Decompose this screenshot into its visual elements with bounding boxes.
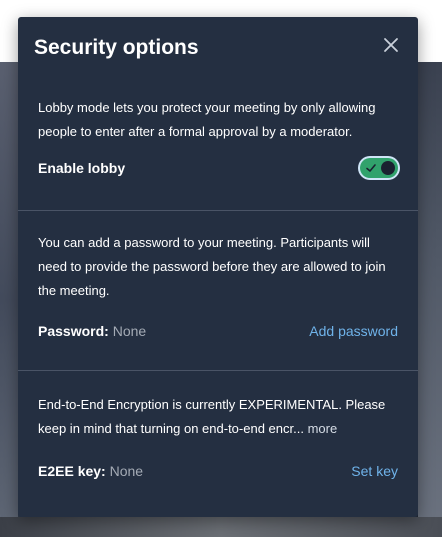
background-left xyxy=(0,62,18,537)
password-value: None xyxy=(112,323,147,339)
e2ee-field: E2EE key: None xyxy=(38,463,143,479)
toggle-knob xyxy=(381,161,395,175)
enable-lobby-toggle[interactable] xyxy=(360,158,398,178)
lobby-row: Enable lobby xyxy=(38,156,398,180)
password-field: Password: None xyxy=(38,323,146,339)
e2ee-value: None xyxy=(109,463,144,479)
enable-lobby-label: Enable lobby xyxy=(38,160,126,176)
e2ee-section: End-to-End Encryption is currently EXPER… xyxy=(18,371,418,479)
security-options-dialog: Security options Lobby mode lets you pro… xyxy=(18,17,418,517)
background-right xyxy=(418,62,442,537)
password-section: You can add a password to your meeting. … xyxy=(18,211,418,371)
lobby-description: Lobby mode lets you protect your meeting… xyxy=(38,100,376,139)
password-description: You can add a password to your meeting. … xyxy=(38,235,386,298)
e2ee-row: E2EE key: None Set key xyxy=(38,463,398,479)
close-icon xyxy=(384,38,398,52)
more-link[interactable]: more xyxy=(308,421,338,436)
background-bottom xyxy=(0,517,442,537)
password-label: Password: xyxy=(38,323,109,339)
lobby-section: Lobby mode lets you protect your meeting… xyxy=(18,79,418,211)
add-password-link[interactable]: Add password xyxy=(309,323,398,339)
dialog-header: Security options xyxy=(18,17,418,79)
password-row: Password: None Add password xyxy=(38,323,398,339)
close-button[interactable] xyxy=(382,36,400,54)
check-icon xyxy=(366,164,376,172)
e2ee-description: End-to-End Encryption is currently EXPER… xyxy=(38,393,398,441)
dialog-title: Security options xyxy=(34,36,199,59)
set-key-link[interactable]: Set key xyxy=(351,463,398,479)
e2ee-label: E2EE key: xyxy=(38,463,106,479)
